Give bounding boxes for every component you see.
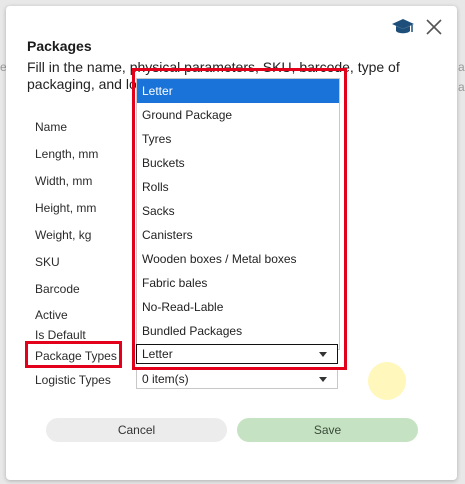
background-fragment: a xyxy=(458,80,465,94)
graduation-cap-icon[interactable] xyxy=(391,16,415,38)
length-label: Length, mm xyxy=(35,147,99,161)
option-fabric-bales[interactable]: Fabric bales xyxy=(137,271,339,295)
cancel-button[interactable]: Cancel xyxy=(46,418,227,442)
logistic-types-label: Logistic Types xyxy=(35,373,111,387)
package-types-value: Letter xyxy=(142,347,173,361)
option-no-read-lable[interactable]: No-Read-Lable xyxy=(137,295,339,319)
barcode-label: Barcode xyxy=(35,282,80,296)
option-buckets[interactable]: Buckets xyxy=(137,151,339,175)
close-icon[interactable] xyxy=(425,18,443,36)
package-types-select[interactable]: Letter xyxy=(136,344,338,364)
packages-dialog: Packages Fill in the name, physical para… xyxy=(6,6,457,480)
active-label: Active xyxy=(35,308,68,322)
option-wooden-boxes[interactable]: Wooden boxes / Metal boxes xyxy=(137,247,339,271)
option-bundled-packages[interactable]: Bundled Packages xyxy=(137,319,339,343)
weight-label: Weight, kg xyxy=(35,228,92,242)
option-canisters[interactable]: Canisters xyxy=(137,223,339,247)
option-tyres[interactable]: Tyres xyxy=(137,127,339,151)
height-label: Height, mm xyxy=(35,201,97,215)
chevron-down-icon xyxy=(319,352,327,357)
name-label: Name xyxy=(35,120,68,134)
background-fragment: a xyxy=(458,60,465,74)
sku-label: SKU xyxy=(35,255,60,269)
is-default-label: Is Default xyxy=(35,328,86,342)
option-rolls[interactable]: Rolls xyxy=(137,175,339,199)
dialog-title: Packages xyxy=(27,38,92,54)
logistic-types-select[interactable]: 0 item(s) xyxy=(136,369,338,389)
save-button[interactable]: Save xyxy=(237,418,418,442)
width-label: Width, mm xyxy=(35,174,93,188)
option-ground-package[interactable]: Ground Package xyxy=(137,103,339,127)
option-letter[interactable]: Letter xyxy=(137,79,339,103)
logistic-types-value: 0 item(s) xyxy=(142,372,189,386)
chevron-down-icon xyxy=(319,377,327,382)
option-sacks[interactable]: Sacks xyxy=(137,199,339,223)
package-types-options-list[interactable]: Letter Ground Package Tyres Buckets Roll… xyxy=(136,78,340,350)
package-types-label: Package Types xyxy=(35,349,117,363)
cursor-indicator xyxy=(368,362,406,400)
